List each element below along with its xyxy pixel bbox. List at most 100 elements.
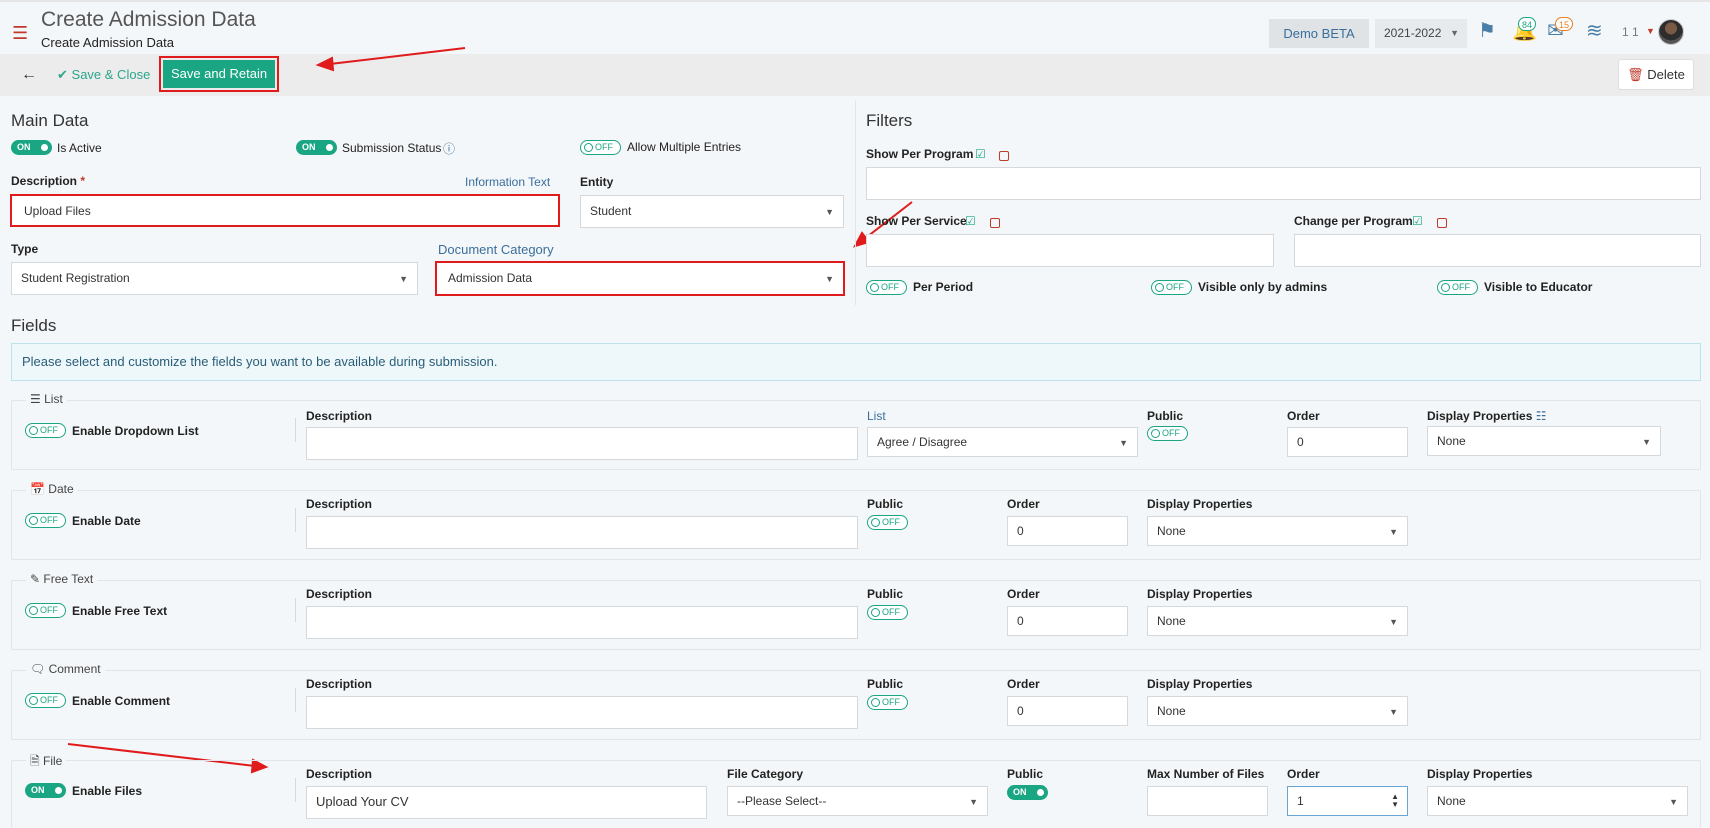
enable-free-text-toggle[interactable]: OFF (25, 603, 66, 618)
file-order-input[interactable]: 1 ▲ ▼ (1287, 786, 1408, 816)
enable-comment-label: Enable Comment (72, 694, 171, 708)
chevron-down-icon: ▼ (825, 274, 834, 284)
is-active-label: Is Active (57, 141, 102, 155)
visible-admins-toggle[interactable]: OFF (1151, 280, 1192, 295)
comment-public-toggle[interactable]: OFF (867, 695, 908, 710)
entity-label: Entity (580, 175, 614, 189)
public-label: Public (867, 497, 904, 511)
filters-title: Filters (866, 111, 913, 130)
allow-multiple-entries-label: Allow Multiple Entries (627, 140, 742, 154)
document-category-select[interactable]: Admission Data ▼ (435, 261, 845, 296)
list-description-input[interactable] (306, 427, 858, 460)
list-order-input[interactable]: 0 (1287, 427, 1408, 457)
field-group-comment: 🗨 Comment OFF Enable Comment Description… (11, 662, 1701, 740)
order-label: Order (1007, 497, 1040, 511)
is-active-toggle[interactable]: ON (11, 140, 52, 155)
description-label: Description * (11, 174, 85, 188)
per-period-toggle[interactable]: OFF (866, 280, 907, 295)
date-order-input[interactable]: 0 (1007, 516, 1128, 546)
entity-select-value: Student (590, 204, 632, 218)
visible-educator-toggle[interactable]: OFF (1437, 280, 1478, 295)
file-category-value: --Please Select-- (737, 794, 827, 808)
divider (295, 508, 296, 532)
date-description-input[interactable] (306, 516, 858, 549)
information-text-link[interactable]: Information Text (465, 175, 550, 189)
type-select[interactable]: Student Registration ▼ (11, 262, 418, 295)
group-legend: ✎ Free Text (26, 572, 98, 586)
enable-files-toggle[interactable]: ON (25, 783, 66, 798)
max-files-input[interactable] (1147, 786, 1268, 816)
file-display-value: None (1437, 794, 1466, 808)
sitemap-icon[interactable]: ☷ (1536, 409, 1547, 423)
file-public-toggle[interactable]: ON (1007, 785, 1048, 800)
edit-icon: ✎ (30, 572, 41, 586)
display-properties-label: Display Properties (1147, 497, 1253, 511)
display-properties-label: Display Properties (1147, 587, 1253, 601)
max-files-label: Max Number of Files (1147, 767, 1265, 781)
comment-display-select[interactable]: None ▼ (1147, 696, 1408, 726)
list-display-select[interactable]: None ▼ (1427, 426, 1661, 456)
document-category-label: Document Category (438, 242, 554, 257)
chevron-down-icon: ▼ (1119, 438, 1128, 448)
public-label: Public (1007, 767, 1044, 781)
uncheck-all-icon[interactable] (999, 151, 1009, 161)
free-text-public-toggle[interactable]: OFF (867, 605, 908, 620)
enable-dropdown-toggle[interactable]: OFF (25, 423, 66, 438)
file-description-input[interactable]: Upload Your CV (306, 786, 707, 819)
calendar-icon: 📅 (30, 482, 45, 496)
per-period-label: Per Period (913, 280, 974, 294)
file-category-select[interactable]: --Please Select-- ▼ (727, 786, 988, 816)
display-properties-label: Display Properties (1427, 767, 1533, 781)
stepper-arrows-icon[interactable]: ▲ ▼ (1391, 793, 1399, 809)
chevron-down-icon: ▼ (1389, 707, 1398, 717)
allow-multiple-entries-toggle[interactable]: OFF (580, 140, 621, 155)
free-text-display-value: None (1157, 614, 1186, 628)
entity-select[interactable]: Student ▼ (580, 195, 844, 228)
main-data-title: Main Data (11, 111, 89, 130)
comment-icon: 🗨 (30, 662, 46, 676)
submission-status-toggle[interactable]: ON (296, 140, 337, 155)
field-group-list: ☰ List OFF Enable Dropdown List Descript… (11, 392, 1701, 470)
divider (295, 418, 296, 442)
date-legend-text: Date (48, 482, 74, 496)
free-text-display-select[interactable]: None ▼ (1147, 606, 1408, 636)
enable-comment-toggle[interactable]: OFF (25, 693, 66, 708)
description-input[interactable]: Upload Files (10, 194, 560, 227)
date-display-select[interactable]: None ▼ (1147, 516, 1408, 546)
free-text-description-input[interactable] (306, 606, 858, 639)
date-public-toggle[interactable]: OFF (867, 515, 908, 530)
show-per-service-label: Show Per Service (866, 214, 967, 228)
display-properties-label: Display Properties (1147, 677, 1253, 691)
uncheck-all-icon[interactable] (990, 218, 1000, 228)
divider (295, 598, 296, 622)
change-per-program-input[interactable] (1294, 234, 1701, 267)
chevron-down-icon: ▼ (1642, 437, 1651, 447)
enable-date-label: Enable Date (72, 514, 141, 528)
check-all-icon[interactable]: ☑ (1412, 214, 1423, 228)
show-per-program-input[interactable] (866, 167, 1701, 200)
uncheck-all-icon[interactable] (1437, 218, 1447, 228)
info-icon[interactable]: ⓘ (443, 140, 455, 157)
field-group-date: 📅 Date OFF Enable Date Description Publi… (11, 482, 1701, 560)
type-label: Type (11, 242, 39, 256)
list-select[interactable]: Agree / Disagree ▼ (867, 427, 1138, 457)
comment-description-input[interactable] (306, 696, 858, 729)
show-per-service-input[interactable] (866, 234, 1274, 267)
chevron-down-icon: ▼ (825, 207, 834, 217)
chevron-down-icon: ▼ (1389, 617, 1398, 627)
order-label: Order (1287, 409, 1320, 423)
free-text-order-input[interactable]: 0 (1007, 606, 1128, 636)
check-all-icon[interactable]: ☑ (965, 214, 976, 228)
enable-free-text-label: Enable Free Text (72, 604, 168, 618)
fields-info-alert: Please select and customize the fields y… (11, 343, 1701, 381)
check-all-icon[interactable]: ☑ (975, 147, 986, 161)
document-category-value: Admission Data (448, 271, 533, 285)
fields-title: Fields (11, 316, 57, 335)
description-label: Description (306, 587, 373, 601)
chevron-down-icon: ▼ (399, 274, 408, 284)
list-public-toggle[interactable]: OFF (1147, 426, 1188, 441)
enable-date-toggle[interactable]: OFF (25, 513, 66, 528)
comment-order-input[interactable]: 0 (1007, 696, 1128, 726)
description-label: Description (306, 677, 373, 691)
file-display-select[interactable]: None ▼ (1427, 786, 1688, 816)
